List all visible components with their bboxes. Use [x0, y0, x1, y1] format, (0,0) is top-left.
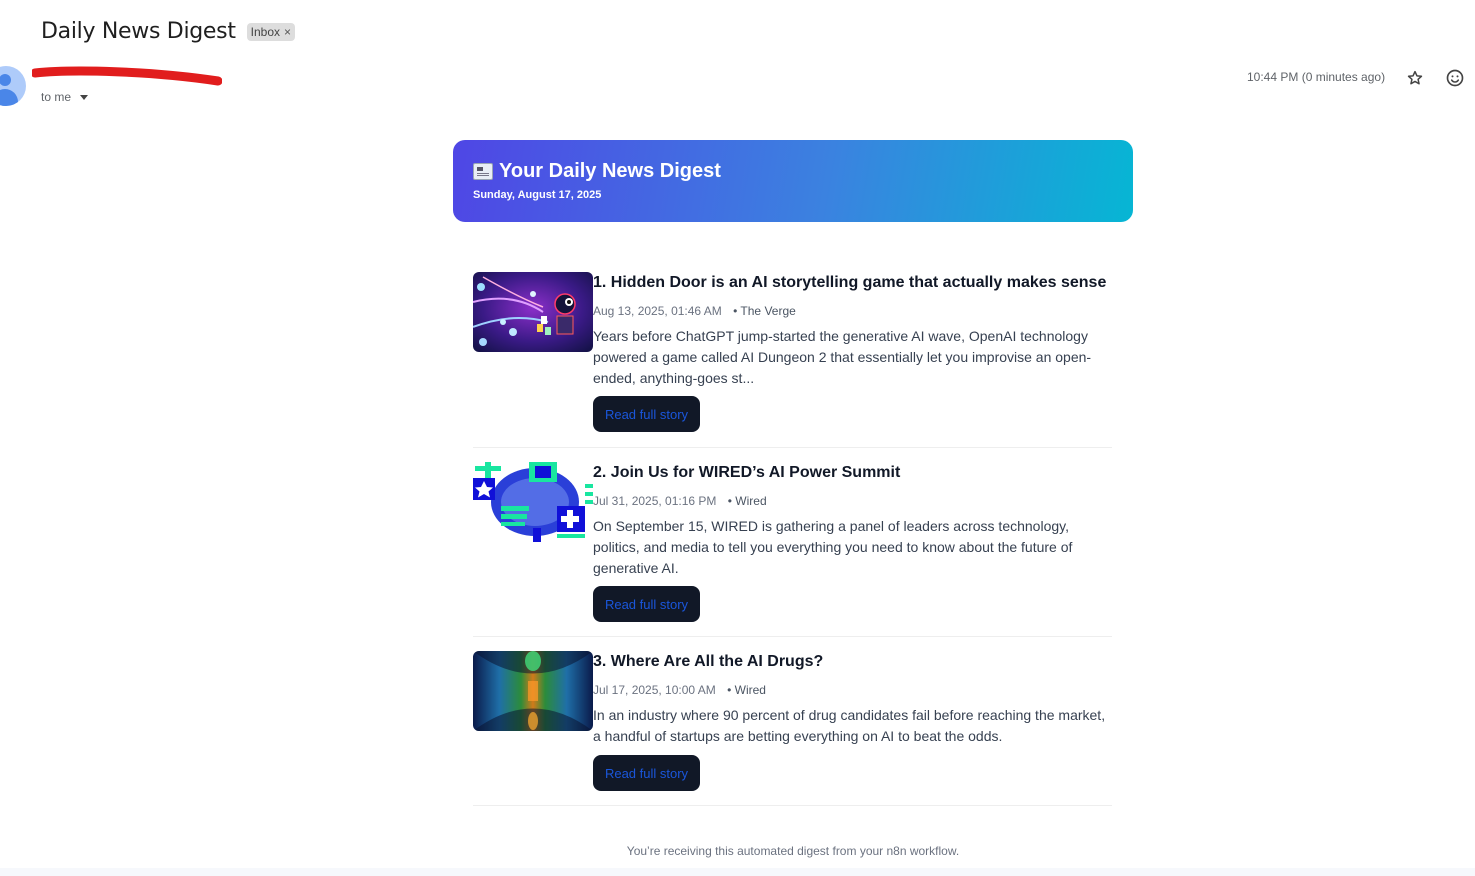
story-source: • The Verge [733, 304, 796, 318]
inbox-label-chip[interactable]: Inbox × [246, 22, 296, 41]
email-subject: Daily News Digest Inbox × [41, 19, 296, 44]
story-source: • Wired [727, 494, 767, 508]
digest-banner: Your Daily News Digest Sunday, August 17… [453, 140, 1133, 222]
story-title[interactable]: 2. Join Us for WIRED’s AI Power Summit [593, 464, 900, 482]
emoji-reaction-icon[interactable] [1445, 68, 1465, 88]
story-source: • Wired [727, 683, 766, 697]
story-date: Aug 13, 2025, 01:46 AM [593, 304, 722, 318]
read-full-story-button[interactable]: Read full story [593, 586, 700, 622]
story-description: On September 15, WIRED is gathering a pa… [593, 518, 1073, 576]
story-item: 3. Where Are All the AI Drugs? Jul 17, 2… [473, 651, 1112, 806]
sender-avatar[interactable] [0, 66, 26, 106]
story-thumbnail[interactable] [473, 651, 593, 731]
subject-title: Daily News Digest [41, 19, 236, 44]
story-meta: Jul 31, 2025, 01:16 PM • Wired [593, 494, 767, 508]
recipient-text: to me [41, 90, 72, 104]
story-item: 2. Join Us for WIRED’s AI Power Summit J… [473, 462, 1112, 637]
inbox-label-text: Inbox [250, 24, 280, 39]
story-date: Jul 17, 2025, 10:00 AM [593, 683, 716, 697]
chevron-down-icon [80, 94, 89, 100]
remove-label-icon[interactable]: × [284, 25, 291, 39]
banner-title-text: Your Daily News Digest [499, 160, 721, 182]
story-meta: Aug 13, 2025, 01:46 AM • The Verge [593, 304, 796, 318]
banner-title: Your Daily News Digest [473, 160, 721, 183]
email-timestamp: 10:44 PM (0 minutes ago) [1247, 70, 1386, 84]
story-date: Jul 31, 2025, 01:16 PM [593, 494, 717, 508]
story-meta: Jul 17, 2025, 10:00 AM • Wired [593, 683, 766, 697]
newspaper-icon [473, 163, 493, 180]
story-thumbnail[interactable] [473, 462, 593, 542]
story-description: In an industry where 90 percent of drug … [593, 707, 1106, 744]
story-thumbnail[interactable] [473, 272, 593, 352]
banner-date: Sunday, August 17, 2025 [473, 189, 602, 201]
story-item: 1. Hidden Door is an AI storytelling gam… [473, 272, 1112, 448]
sender-name-redaction [32, 66, 222, 86]
star-icon[interactable] [1405, 68, 1425, 88]
recipient-dropdown[interactable]: to me [41, 90, 89, 104]
read-full-story-button[interactable]: Read full story [593, 396, 700, 432]
bottom-divider [0, 868, 1475, 876]
read-full-story-button[interactable]: Read full story [593, 755, 700, 791]
story-description: Years before ChatGPT jump-started the ge… [593, 328, 1092, 386]
story-title[interactable]: 1. Hidden Door is an AI storytelling gam… [593, 274, 1106, 292]
digest-footer: You’re receiving this automated digest f… [626, 844, 960, 858]
story-title[interactable]: 3. Where Are All the AI Drugs? [593, 653, 823, 671]
